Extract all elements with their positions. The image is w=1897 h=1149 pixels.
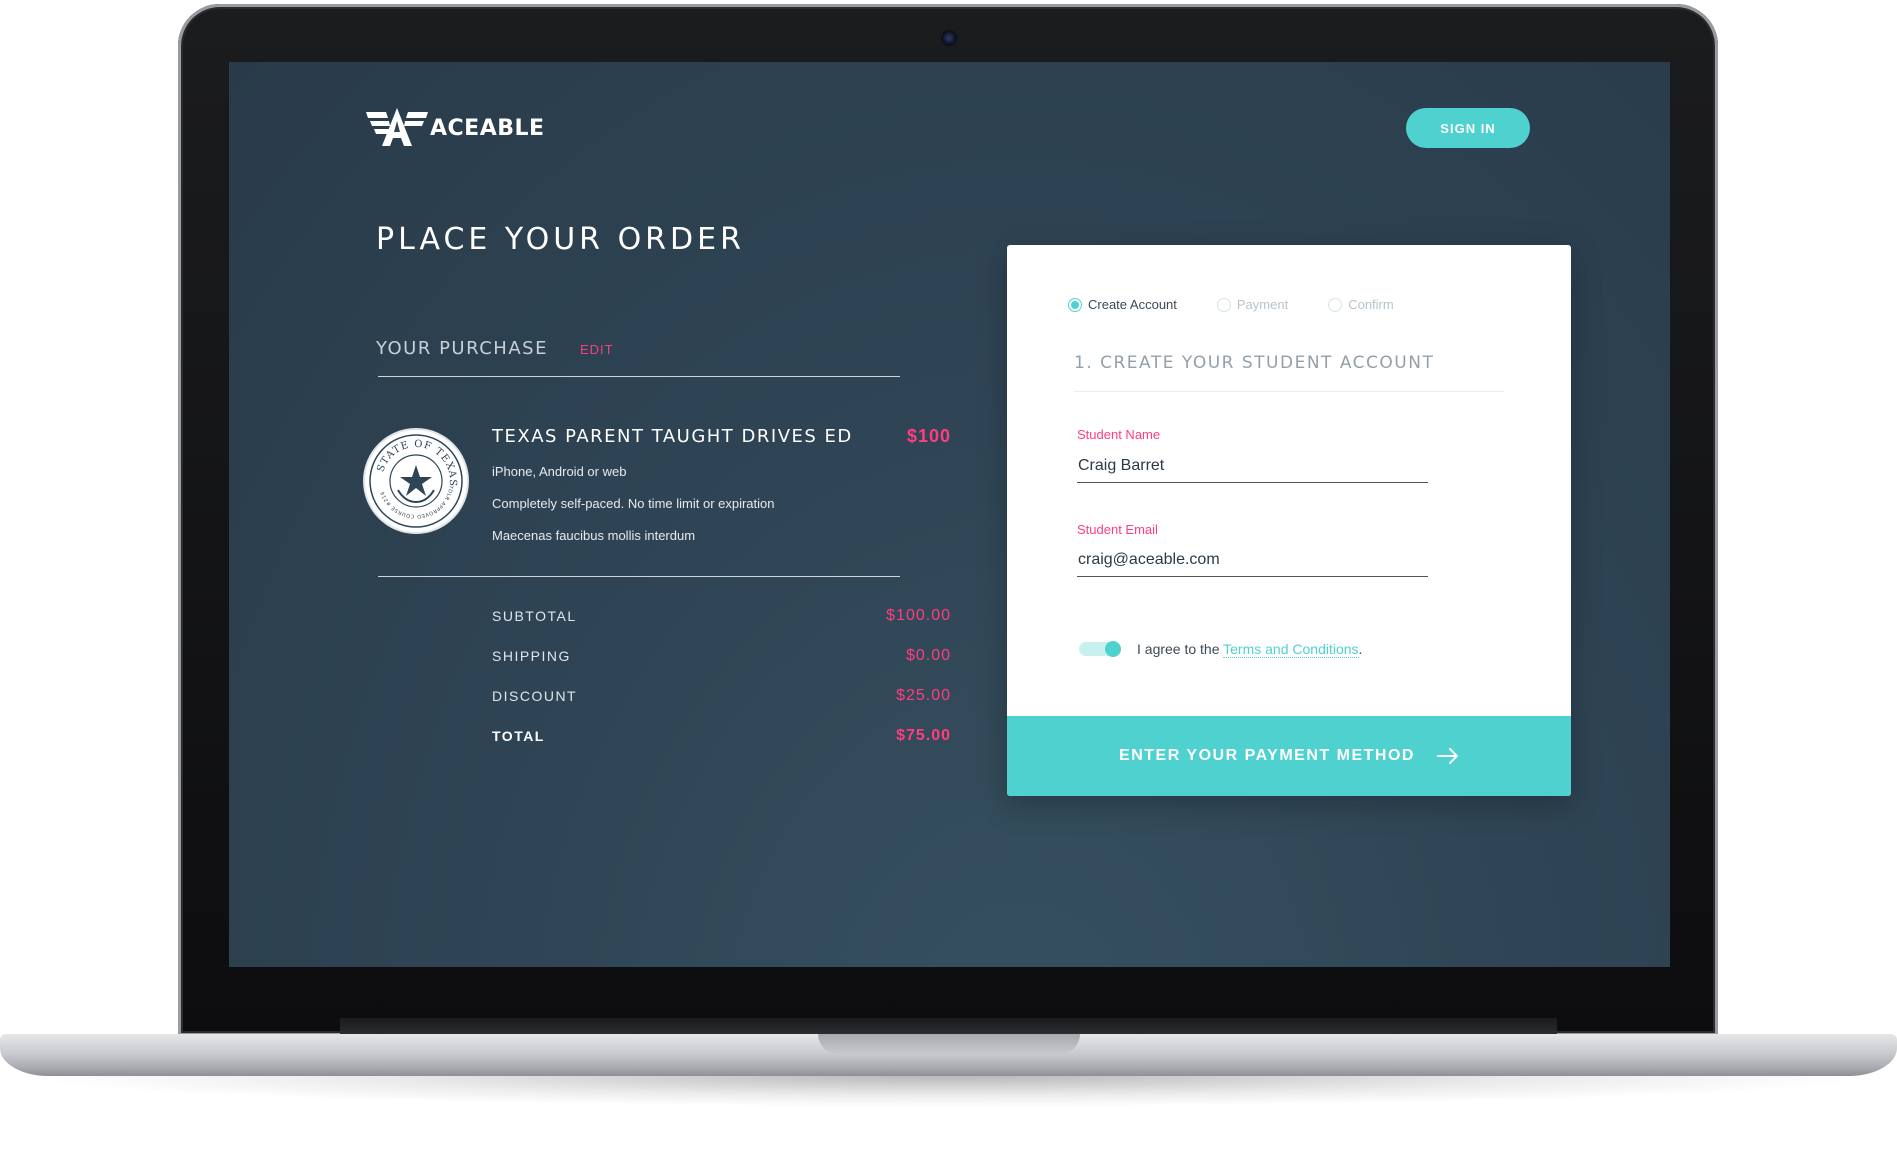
- discount-value: $25.00: [896, 687, 951, 704]
- logo-text: ACEABLE: [430, 115, 545, 141]
- texas-seal-logo: STATE OF TEXAS TDLR APPROVED COURSE #216: [365, 430, 467, 532]
- purchase-label: YOUR PURCHASE: [376, 338, 548, 359]
- shipping-value: $0.00: [905, 647, 951, 664]
- aceable-wing-icon: [366, 108, 428, 146]
- course-title: TEXAS PARENT TAUGHT DRIVES ED: [492, 426, 853, 447]
- toggle-knob: [1105, 641, 1121, 657]
- shipping-label: SHIPPING: [492, 648, 571, 664]
- subtotal-label: SUBTOTAL: [492, 608, 577, 624]
- purchase-header: YOUR PURCHASE EDIT: [376, 338, 614, 359]
- course-price: $100: [906, 426, 951, 446]
- agree-suffix: .: [1358, 641, 1363, 657]
- purchase-divider: [378, 376, 900, 377]
- enter-payment-button[interactable]: ENTER YOUR PAYMENT METHOD: [1007, 716, 1571, 796]
- heading-divider: [1074, 391, 1504, 392]
- items-divider: [378, 576, 900, 577]
- logo[interactable]: ACEABLE: [366, 108, 545, 148]
- step-radio: [1328, 297, 1343, 312]
- step-label: Confirm: [1348, 297, 1394, 312]
- enter-payment-label: ENTER YOUR PAYMENT METHOD: [1119, 747, 1415, 764]
- form-heading: 1. CREATE YOUR STUDENT ACCOUNT: [1074, 353, 1435, 373]
- course-feature: iPhone, Android or web: [492, 464, 627, 479]
- laptop-shadow: [40, 1076, 1857, 1106]
- student-email-label: Student Email: [1077, 522, 1158, 537]
- student-name-label: Student Name: [1077, 427, 1161, 442]
- terms-link[interactable]: Terms and Conditions: [1223, 641, 1359, 658]
- total-value: $75.00: [896, 727, 951, 744]
- laptop-notch: [818, 1034, 1080, 1054]
- account-form-card: Create Account Payment Confirm 1. CREATE…: [1007, 245, 1571, 796]
- course-feature: Maecenas faucibus mollis interdum: [492, 528, 696, 543]
- laptop-hinge: [340, 1018, 1557, 1034]
- edit-link[interactable]: EDIT: [580, 342, 614, 357]
- total-label: TOTAL: [492, 728, 545, 744]
- step-payment[interactable]: Payment: [1216, 297, 1289, 312]
- step-radio: [1216, 297, 1231, 312]
- screen: ACEABLE SIGN IN PLACE YOUR ORDER YOUR PU…: [229, 62, 1670, 967]
- student-name-input[interactable]: [1077, 449, 1428, 483]
- student-email-input[interactable]: [1077, 543, 1428, 577]
- page-title: PLACE YOUR ORDER: [376, 222, 745, 257]
- step-label: Payment: [1236, 297, 1289, 312]
- course-feature: Completely self-paced. No time limit or …: [492, 496, 775, 511]
- agree-prefix: I agree to the: [1137, 641, 1224, 657]
- seal-icon: STATE OF TEXAS TDLR APPROVED COURSE #216: [369, 434, 463, 528]
- step-radio: [1068, 297, 1082, 312]
- step-create-account[interactable]: Create Account: [1068, 297, 1177, 312]
- step-confirm[interactable]: Confirm: [1328, 297, 1394, 312]
- checkout-steps: Create Account Payment Confirm: [1068, 297, 1434, 312]
- arrow-right-icon: [1436, 748, 1459, 764]
- sign-in-button[interactable]: SIGN IN: [1406, 108, 1530, 148]
- terms-agreement: I agree to the Terms and Conditions.: [1137, 641, 1363, 658]
- terms-toggle[interactable]: [1079, 641, 1121, 657]
- step-label: Create Account: [1088, 297, 1177, 312]
- subtotal-value: $100.00: [886, 607, 951, 624]
- discount-label: DISCOUNT: [492, 688, 578, 704]
- webcam: [941, 30, 957, 46]
